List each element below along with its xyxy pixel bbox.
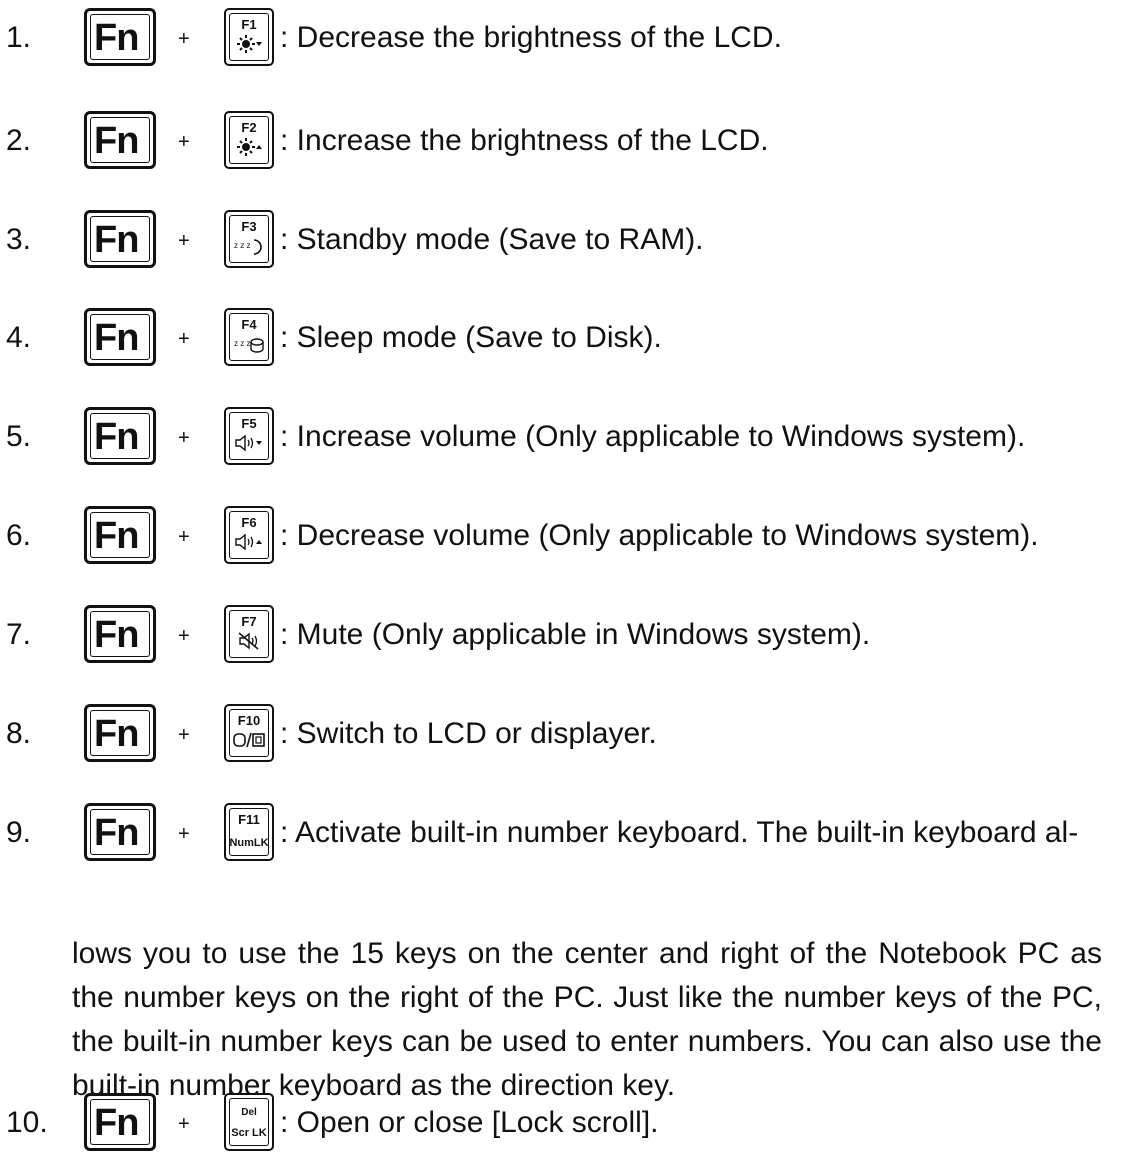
plus-sign: +	[178, 1113, 190, 1135]
scroll-lock-label: Scr LK	[231, 1127, 267, 1139]
f4-key: F4 z z z	[224, 308, 274, 366]
item-description: : Activate built-in number keyboard. The…	[280, 816, 1079, 849]
f11-key-label: F11	[238, 812, 260, 827]
item-number: 10.	[6, 1106, 48, 1139]
f7-key-label: F7	[241, 614, 257, 629]
fn-key: Fn	[84, 407, 156, 465]
list-item-7: 7. Fn + F7 : Mute (Only applicable in Wi…	[0, 605, 1124, 665]
item-number: 3.	[6, 223, 32, 256]
list-item-8: 8. Fn + F10 : Switch to LCD or displayer…	[0, 704, 1124, 764]
f3-key-label: F3	[241, 219, 257, 234]
fn-key-label: Fn	[94, 17, 139, 59]
display-switch-icon	[226, 730, 272, 750]
list-item-5: 5. Fn + F5 : Increase volume (Only appli…	[0, 407, 1124, 467]
fn-key: Fn	[84, 803, 156, 861]
item-description: : Switch to LCD or displayer.	[280, 717, 657, 750]
volume-up-icon	[226, 532, 272, 552]
list-item-10: 10. Fn + Del Scr LK : Open or close [Loc…	[0, 1093, 1124, 1153]
f3-key: F3 z z z	[224, 210, 274, 268]
svg-text:z z z: z z z	[234, 339, 250, 348]
fn-key: Fn	[84, 8, 156, 66]
brightness-down-icon	[226, 34, 272, 54]
item-number: 8.	[6, 717, 32, 750]
item-description: : Decrease the brightness of the LCD.	[280, 21, 782, 54]
fn-key: Fn	[84, 308, 156, 366]
fn-key-label: Fn	[94, 317, 139, 359]
fn-key-label: Fn	[94, 614, 139, 656]
page: 1. Fn + F1 : Decrease the brightness of …	[0, 0, 1124, 1157]
plus-sign: +	[178, 328, 190, 350]
fn-key: Fn	[84, 1093, 156, 1151]
fn-key: Fn	[84, 506, 156, 564]
plus-sign: +	[178, 427, 190, 449]
svg-text:z z z: z z z	[234, 241, 250, 250]
f10-key-label: F10	[237, 713, 261, 728]
f11-key: F11 NumLK	[224, 803, 274, 861]
del-key-label: Del	[241, 1107, 257, 1118]
plus-sign: +	[178, 230, 190, 252]
sleep-disk-icon: z z z	[226, 334, 272, 354]
f5-key: F5	[224, 407, 274, 465]
fn-key: Fn	[84, 704, 156, 762]
plus-sign: +	[178, 131, 190, 153]
f7-key: F7	[224, 605, 274, 663]
f2-key-label: F2	[241, 120, 257, 135]
fn-key-label: Fn	[94, 812, 139, 854]
f5-key-label: F5	[241, 416, 257, 431]
mute-icon	[226, 631, 272, 651]
list-item-4: 4. Fn + F4 z z z : Sleep mode (Save to D…	[0, 308, 1124, 368]
plus-sign: +	[178, 724, 190, 746]
f2-key: F2	[224, 111, 274, 169]
item-number: 9.	[6, 816, 32, 849]
item-description: : Open or close [Lock scroll].	[280, 1106, 659, 1139]
standby-moon-icon: z z z	[226, 236, 272, 256]
list-item-2: 2. Fn + F2 : Increase the brightness of …	[0, 111, 1124, 171]
item-number: 7.	[6, 618, 32, 651]
f4-key-label: F4	[241, 317, 257, 332]
fn-key-label: Fn	[94, 515, 139, 557]
list-item-1: 1. Fn + F1 : Decrease the brightness of …	[0, 8, 1124, 68]
fn-key-label: Fn	[94, 713, 139, 755]
fn-key: Fn	[84, 111, 156, 169]
plus-sign: +	[178, 823, 190, 845]
plus-sign: +	[178, 625, 190, 647]
numlock-label: NumLK	[229, 837, 269, 849]
fn-key-label: Fn	[94, 1102, 139, 1144]
item-number: 5.	[6, 420, 32, 453]
item-description: : Decrease volume (Only applicable to Wi…	[280, 519, 1039, 552]
item-number: 4.	[6, 321, 32, 354]
fn-key-label: Fn	[94, 120, 139, 162]
list-item-6: 6. Fn + F6 : Decrease volume (Only appli…	[0, 506, 1124, 566]
list-item-9: 9. Fn + F11 NumLK : Activate built-in nu…	[0, 803, 1124, 863]
fn-key-label: Fn	[94, 416, 139, 458]
item-number: 2.	[6, 124, 32, 157]
list-item-3: 3. Fn + F3 z z z : Standby mode (Save to…	[0, 210, 1124, 270]
plus-sign: +	[178, 28, 190, 50]
fn-key-label: Fn	[94, 219, 139, 261]
f6-key-label: F6	[241, 515, 257, 530]
plus-sign: +	[178, 526, 190, 548]
f6-key: F6	[224, 506, 274, 564]
brightness-up-icon	[226, 137, 272, 157]
item-description: : Sleep mode (Save to Disk).	[280, 321, 662, 354]
item-number: 6.	[6, 519, 32, 552]
fn-key: Fn	[84, 605, 156, 663]
item-9-continuation: lows you to use the 15 keys on the cente…	[72, 937, 1102, 1102]
item-number: 1.	[6, 21, 32, 54]
del-key: Del Scr LK	[224, 1093, 274, 1151]
item-description: : Increase volume (Only applicable to Wi…	[280, 420, 1026, 453]
item-description: : Increase the brightness of the LCD.	[280, 124, 769, 157]
f10-key: F10	[224, 704, 274, 762]
fn-key: Fn	[84, 210, 156, 268]
item-description: : Mute (Only applicable in Windows syste…	[280, 618, 871, 651]
f1-key-label: F1	[241, 17, 257, 32]
volume-down-icon	[226, 433, 272, 453]
item-description: : Standby mode (Save to RAM).	[280, 223, 704, 256]
f1-key: F1	[224, 8, 274, 66]
